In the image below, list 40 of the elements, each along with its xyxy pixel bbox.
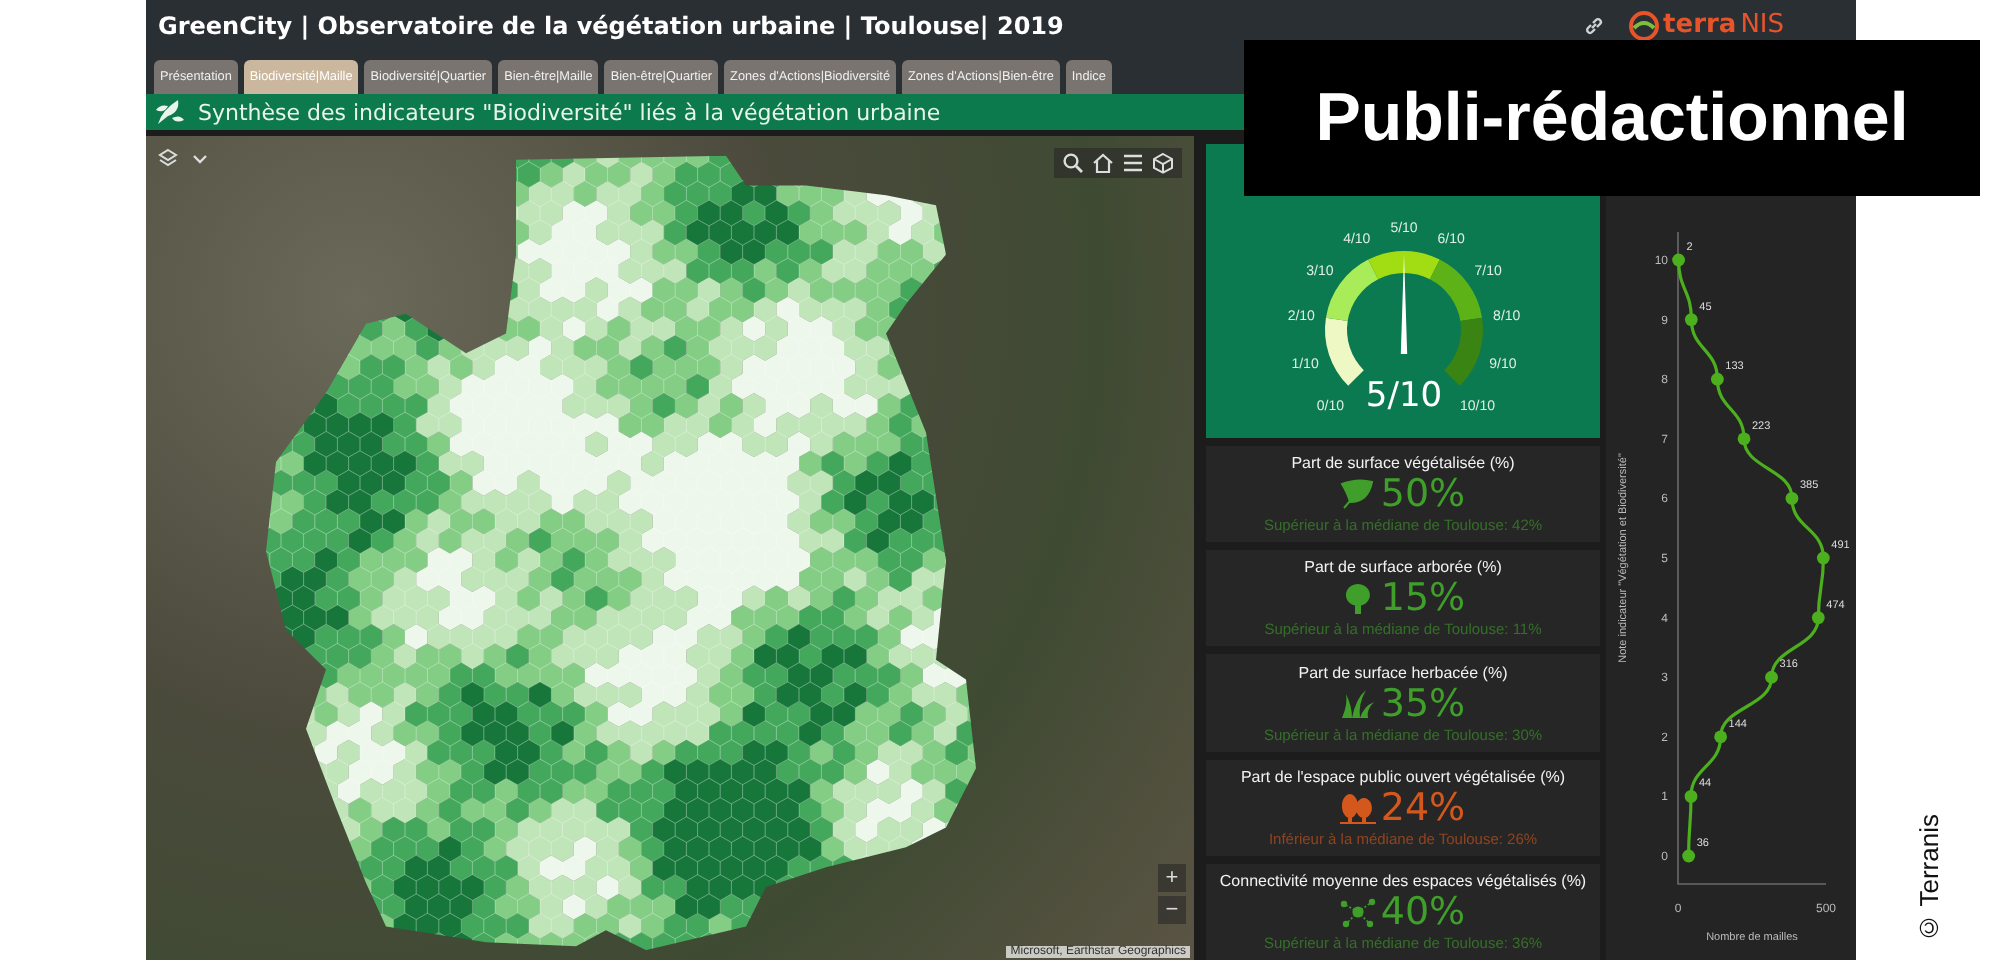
chart-point (1816, 551, 1830, 565)
indicator-title: Part de surface végétalisée (%) (1291, 454, 1515, 473)
indicator-value: 50% (1380, 472, 1466, 517)
chart-point (1765, 670, 1778, 684)
chart-point (1710, 372, 1724, 386)
cube-icon[interactable] (1152, 152, 1174, 174)
chart-point (1785, 492, 1799, 505)
indicator-value: 35% (1380, 681, 1466, 725)
app-title: GreenCity | Observatoire de la végétation urbaine | Toulouse| 2019 (158, 11, 1066, 39)
list-icon[interactable] (1122, 152, 1144, 174)
network-icon (1340, 895, 1377, 928)
chart-point (1672, 253, 1685, 267)
chart-point (1684, 313, 1698, 326)
link-icon[interactable] (1583, 15, 1604, 35)
chart-point (1684, 790, 1698, 803)
chart-point (1811, 611, 1825, 624)
search-icon[interactable] (1062, 152, 1084, 174)
trees-icon (1340, 791, 1377, 824)
photo-credit: © Terranis (1913, 814, 1943, 944)
indicator-title: Connectivité moyenne des espaces végétalisés (%) (1219, 871, 1587, 890)
gauge-reading: 5/10 (1364, 376, 1442, 416)
layers-icon[interactable] (158, 148, 178, 168)
indicator-title: Part de surface arborée (%) (1304, 558, 1502, 577)
indicator-title: Part de surface herbacée (%) (1298, 663, 1508, 681)
chart-point (1737, 432, 1751, 446)
chart-point (1714, 730, 1727, 744)
advertorial-label: Publi-rédactionnel (1244, 40, 1980, 196)
chart-point (1682, 849, 1696, 863)
indicator-title: Part de l'espace public ouvert végétalisée (%) (1240, 767, 1566, 786)
section-title: Synthèse des indicateurs "Biodiversité" liés à la végétation urbaine (198, 99, 941, 125)
indicator-value: 15% (1380, 576, 1466, 621)
indicator-value: 40% (1380, 889, 1466, 934)
leaves-icon (154, 98, 186, 126)
indicator-value: 24% (1380, 785, 1466, 830)
leaf-icon (1340, 478, 1377, 511)
zoom-out-button[interactable]: − (1158, 896, 1186, 924)
zoom-in-button[interactable]: + (1158, 864, 1186, 892)
home-icon[interactable] (1092, 152, 1114, 174)
company-logo: terra NIS (1627, 9, 1784, 41)
grass-icon (1340, 687, 1377, 719)
